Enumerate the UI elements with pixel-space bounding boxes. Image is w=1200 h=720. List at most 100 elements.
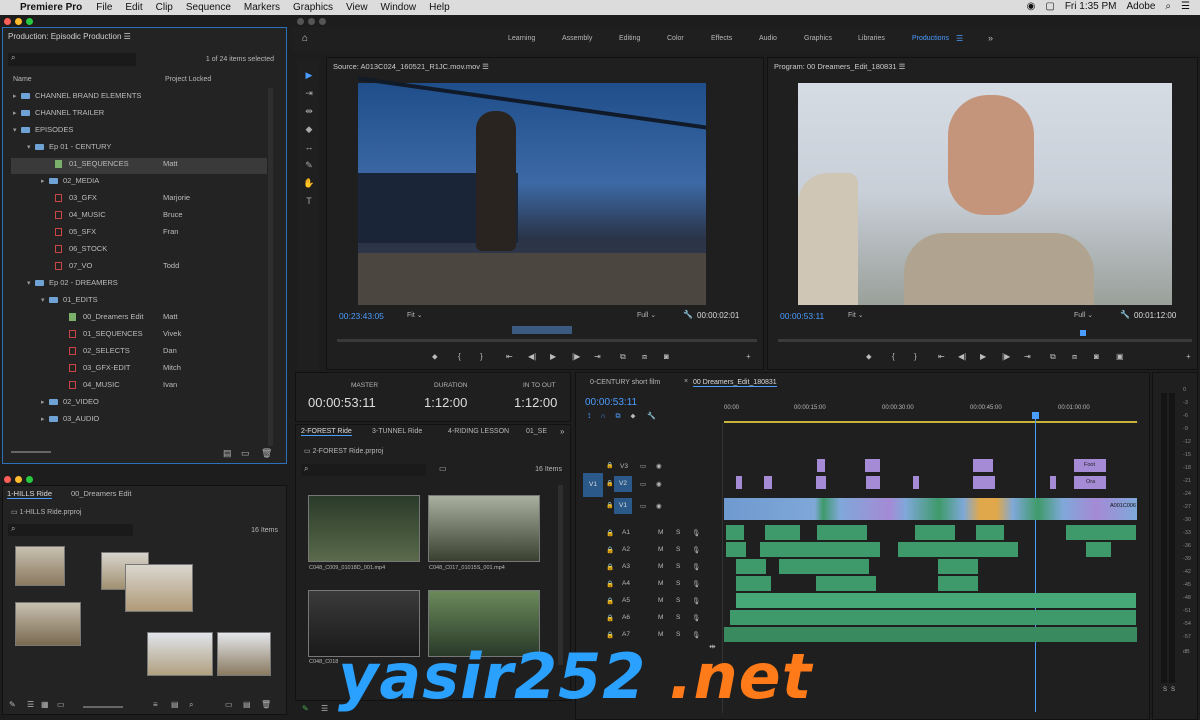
program-title[interactable]: Program: 00 Dreamers_Edit_180831 ☰ (774, 62, 905, 71)
mic-icon[interactable]: 🎙 (692, 546, 700, 554)
extract-icon[interactable]: ⧈ (1072, 352, 1077, 362)
workspace-menu-icon[interactable]: ☰ (956, 34, 963, 43)
list-item[interactable]: ▾ Ep 01 - CENTURY (27, 139, 111, 155)
graphic-clip[interactable] (865, 459, 880, 472)
track-select-icon[interactable]: ⇥ (303, 88, 315, 100)
track-label-v2[interactable]: V2 (614, 476, 632, 492)
mic-icon[interactable]: 🎙 (692, 563, 700, 571)
home-icon[interactable]: ⌂ (302, 33, 308, 44)
menu-graphics[interactable]: Graphics (293, 2, 333, 13)
go-to-in-icon[interactable]: ⇤ (938, 352, 945, 361)
list-item[interactable]: ▾ EPISODES (13, 122, 73, 138)
source-fit-dropdown[interactable]: Fit ⌄ (407, 311, 423, 319)
track-label-v1[interactable]: V1 (614, 498, 632, 514)
track-lock-icon[interactable]: 🔒 (606, 502, 613, 509)
eye-icon[interactable]: ◉ (656, 462, 662, 470)
user-label[interactable]: Adobe (1127, 1, 1156, 12)
graphic-clip[interactable] (973, 459, 993, 472)
menu-edit[interactable]: Edit (125, 2, 142, 13)
eye-icon[interactable]: ◉ (656, 480, 662, 488)
graphic-clip[interactable] (817, 459, 825, 472)
track-label-a6[interactable]: A6 (622, 614, 630, 621)
list-item[interactable]: ▸ CHANNEL TRAILER (13, 105, 104, 121)
mic-icon[interactable]: 🎙 (692, 631, 700, 639)
audio-clip[interactable] (726, 525, 744, 540)
clip-thumbnail[interactable] (308, 495, 420, 562)
graphic-clip[interactable] (866, 476, 880, 489)
track-label-a7[interactable]: A7 (622, 631, 630, 638)
list-item[interactable]: 03_GFX-EDIT Mitch (69, 360, 279, 376)
list-item[interactable]: 03_GFX Marjorie (55, 190, 275, 206)
solo-button[interactable]: S (676, 597, 680, 604)
pen-icon[interactable]: ✎ (303, 160, 315, 172)
playhead[interactable] (1035, 412, 1036, 712)
project-panel-title[interactable]: Production: Episodic Production ☰ (3, 28, 286, 46)
mark-in-icon[interactable]: { (458, 352, 461, 361)
grid-view-icon[interactable]: ▦ (41, 700, 49, 709)
audio-clip[interactable] (736, 559, 766, 574)
list-item[interactable]: ▾ Ep 02 - DREAMERS (27, 275, 118, 291)
workspace-graphics[interactable]: Graphics (804, 35, 832, 42)
list-item[interactable]: 01_SEQUENCES Matt (55, 156, 275, 172)
list-item[interactable]: ▸ 03_AUDIO (41, 411, 99, 427)
mic-icon[interactable]: 🎙 (692, 529, 700, 537)
workspace-effects[interactable]: Effects (711, 35, 732, 42)
track-output-icon[interactable]: ▭ (640, 462, 646, 470)
workspace-productions[interactable]: Productions (912, 35, 949, 42)
program-timecode[interactable]: 00:00:53:11 (780, 311, 824, 321)
audio-clip[interactable] (976, 525, 1004, 540)
menu-file[interactable]: File (96, 2, 112, 13)
graphic-clip[interactable] (1050, 476, 1056, 489)
solo-button[interactable]: S (676, 580, 680, 587)
step-back-icon[interactable]: ◀| (528, 352, 536, 361)
insert-icon[interactable]: ⧉ (620, 352, 626, 362)
graphic-clip[interactable] (913, 476, 919, 489)
mute-button[interactable]: M (658, 580, 663, 587)
new-item-icon[interactable]: ▤ (223, 448, 232, 459)
track-label-a1[interactable]: A1 (622, 529, 630, 536)
pencil-icon[interactable]: ✎ (302, 704, 309, 713)
workspace-editing[interactable]: Editing (619, 35, 640, 42)
more-workspaces-icon[interactable]: » (988, 33, 993, 43)
tab-tunnel-ride[interactable]: 3-TUNNEL Ride (372, 428, 422, 435)
menu-help[interactable]: Help (429, 2, 450, 13)
minimize-dot[interactable] (15, 18, 22, 25)
list-item[interactable]: 01_SEQUENCES Vivek (69, 326, 279, 342)
selection-tool-icon[interactable]: ▶ (303, 70, 315, 82)
snap-icon[interactable]: ⟟ (588, 413, 591, 420)
automate-icon[interactable]: ▤ (171, 700, 179, 709)
solo-right-button[interactable]: S (1171, 687, 1175, 693)
mic-icon[interactable]: 🎙 (692, 597, 700, 605)
track-label-v3[interactable]: V3 (620, 463, 628, 470)
compare-icon[interactable]: ▣ (1116, 352, 1124, 361)
list-item[interactable]: 00_Dreamers Edit Matt (69, 309, 279, 325)
track-output-icon[interactable]: ▭ (640, 502, 646, 510)
audio-clip[interactable] (938, 559, 978, 574)
razor-icon[interactable]: ◆ (303, 124, 315, 136)
audio-clip[interactable] (736, 593, 1136, 608)
lift-icon[interactable]: ⧉ (1050, 352, 1056, 362)
project-scrollbar[interactable] (268, 88, 273, 448)
menu-sequence[interactable]: Sequence (186, 2, 231, 13)
zoom-slider[interactable] (83, 706, 123, 708)
step-back-icon[interactable]: ◀| (958, 352, 966, 361)
mark-out-icon[interactable]: } (914, 352, 917, 361)
program-playhead[interactable] (1080, 330, 1086, 336)
list-item[interactable]: 05_SFX Fran (55, 224, 275, 240)
list-icon[interactable]: ☰ (1181, 1, 1190, 12)
solo-left-button[interactable]: S (1163, 687, 1167, 693)
tab-hills-ride[interactable]: 1-HILLS Ride (7, 489, 53, 499)
audio-clip[interactable] (938, 576, 978, 591)
track-label-a3[interactable]: A3 (622, 563, 630, 570)
list-item[interactable]: ▸ 02_VIDEO (41, 394, 99, 410)
audio-clip[interactable] (915, 525, 955, 540)
tab-riding-lesson[interactable]: 4-RIDING LESSON (448, 428, 509, 435)
track-lock-icon[interactable]: 🔒 (606, 631, 614, 639)
more-tabs-icon[interactable]: » (560, 427, 564, 436)
source-video[interactable] (358, 76, 706, 305)
slip-icon[interactable]: ↔ (303, 142, 315, 154)
audio-clip[interactable] (779, 559, 869, 574)
solo-button[interactable]: S (676, 563, 680, 570)
menu-markers[interactable]: Markers (244, 2, 280, 13)
clip-thumbnail[interactable] (217, 632, 271, 676)
